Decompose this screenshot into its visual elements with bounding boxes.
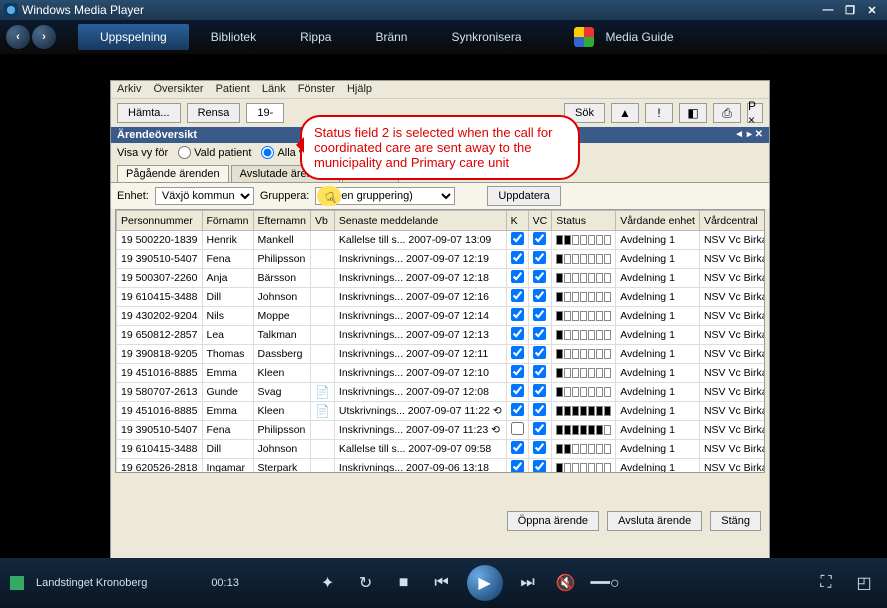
- col-header[interactable]: Senaste meddelande: [334, 211, 506, 231]
- status-indicator: [556, 254, 611, 264]
- tab-uppspelning[interactable]: Uppspelning: [78, 24, 189, 50]
- wmp-tab-bar: ‹ › Uppspelning Bibliotek Rippa Bränn Sy…: [0, 20, 887, 54]
- tab-bibliotek[interactable]: Bibliotek: [189, 24, 278, 50]
- highlighted-field-button[interactable]: 19-: [246, 103, 284, 123]
- col-header[interactable]: VC: [528, 211, 552, 231]
- fullscreen-button[interactable]: ⛶: [813, 574, 839, 592]
- volume-slider[interactable]: ━━○: [591, 573, 617, 593]
- status-indicator: [556, 273, 611, 283]
- col-header[interactable]: Status: [552, 211, 616, 231]
- table-row[interactable]: 19 650812-2857LeaTalkmanInskrivnings... …: [117, 326, 766, 345]
- hamta-button[interactable]: Hämta...: [117, 103, 181, 123]
- col-header[interactable]: Förnamn: [202, 211, 253, 231]
- prev-button[interactable]: ⏮: [429, 574, 455, 592]
- wmp-player-bar: Landstinget Kronoberg 00:13 ✦ ↻ ■ ⏮ ▶ ⏭ …: [0, 558, 887, 608]
- col-header[interactable]: Personnummer: [117, 211, 203, 231]
- status-indicator: [556, 463, 611, 473]
- panel-close-button[interactable]: P ×: [747, 103, 763, 123]
- gruppera-label: Gruppera:: [260, 190, 310, 202]
- status-indicator: [556, 349, 611, 359]
- table-row[interactable]: 19 430202-9204NilsMoppeInskrivnings... 2…: [117, 307, 766, 326]
- menu-oversikter[interactable]: Översikter: [153, 83, 203, 96]
- menu-fonster[interactable]: Fönster: [298, 83, 335, 96]
- visa-label: Visa vy för: [117, 147, 168, 159]
- footer-buttons: Öppna ärende Avsluta ärende Stäng: [111, 503, 769, 539]
- nav-back-button[interactable]: ‹: [6, 25, 30, 49]
- table-row[interactable]: 19 610415-3488DillJohnsonInskrivnings...…: [117, 288, 766, 307]
- elapsed-time: 00:13: [211, 577, 239, 589]
- menu-hjalp[interactable]: Hjälp: [347, 83, 372, 96]
- now-playing-title: Landstinget Kronoberg: [36, 577, 147, 589]
- case-grid[interactable]: PersonnummerFörnamnEfternamnVbSenaste me…: [115, 209, 765, 473]
- shuffle-button[interactable]: ✦: [315, 573, 341, 593]
- wmp-app-icon: [4, 3, 18, 17]
- col-header[interactable]: Vb: [310, 211, 334, 231]
- status-indicator: [556, 444, 611, 454]
- tab-rippa[interactable]: Rippa: [278, 24, 353, 50]
- filter-row-2: Enhet: Växjö kommun Gruppera: (Ingen gru…: [111, 182, 769, 209]
- status-indicator: [556, 330, 611, 340]
- table-row[interactable]: 19 390510-5407FenaPhilipssonInskrivnings…: [117, 250, 766, 269]
- tab-synkronisera[interactable]: Synkronisera: [429, 24, 543, 50]
- status-indicator: [556, 311, 611, 321]
- toolbar-icon-2[interactable]: !: [645, 103, 673, 123]
- table-row[interactable]: 19 451016-8885EmmaKleenInskrivnings... 2…: [117, 364, 766, 383]
- avsluta-arende-button[interactable]: Avsluta ärende: [607, 511, 702, 531]
- status-indicator: [556, 406, 611, 416]
- menu-patient[interactable]: Patient: [216, 83, 250, 96]
- mute-button[interactable]: 🔇: [553, 573, 579, 593]
- table-row[interactable]: 19 500220-1839HenrikMankellKallelse till…: [117, 231, 766, 250]
- col-header[interactable]: Efternamn: [253, 211, 310, 231]
- compact-mode-button[interactable]: ◰: [851, 573, 877, 593]
- enhet-select[interactable]: Växjö kommun: [155, 187, 254, 205]
- menu-arkiv[interactable]: Arkiv: [117, 83, 141, 96]
- close-button[interactable]: ✕: [861, 2, 883, 18]
- windows-flag-icon: [574, 27, 594, 47]
- radio-vald-patient[interactable]: Vald patient: [178, 146, 251, 159]
- app-menu-bar: Arkiv Översikter Patient Länk Fönster Hj…: [111, 81, 769, 99]
- toolbar-icon-1[interactable]: ▲: [611, 103, 639, 123]
- table-row[interactable]: 19 580707-2613GundeSvag📄Inskrivnings... …: [117, 383, 766, 402]
- table-row[interactable]: 19 500307-2260AnjaBärssonInskrivnings...…: [117, 269, 766, 288]
- col-header[interactable]: K: [506, 211, 528, 231]
- status-indicator: [556, 292, 611, 302]
- minimize-button[interactable]: —: [817, 2, 839, 18]
- next-button[interactable]: ⏭: [515, 574, 541, 592]
- uppdatera-button[interactable]: Uppdatera: [487, 186, 560, 206]
- status-indicator: [556, 387, 611, 397]
- table-row[interactable]: 19 390510-5407FenaPhilipssonInskrivnings…: [117, 421, 766, 440]
- table-row[interactable]: 19 620526-2818IngamarSterparkInskrivning…: [117, 459, 766, 474]
- wmp-title-bar: Windows Media Player — ❐ ✕: [0, 0, 887, 20]
- now-playing-icon: [10, 576, 24, 590]
- menu-lank[interactable]: Länk: [262, 83, 286, 96]
- oppna-arende-button[interactable]: Öppna ärende: [507, 511, 599, 531]
- annotation-callout: Status field 2 is selected when the call…: [300, 115, 580, 180]
- stang-button[interactable]: Stäng: [710, 511, 761, 531]
- repeat-button[interactable]: ↻: [353, 573, 379, 593]
- status-indicator: [556, 368, 611, 378]
- section-window-controls[interactable]: ◄ ▸ ✕: [734, 129, 763, 141]
- stop-button[interactable]: ■: [391, 574, 417, 592]
- table-row[interactable]: 19 390818-9205ThomasDassbergInskrivnings…: [117, 345, 766, 364]
- section-title: Ärendeöversikt: [117, 129, 197, 141]
- toolbar-icon-print[interactable]: ⎙: [713, 103, 741, 123]
- status-indicator: [556, 235, 611, 245]
- rensa-button[interactable]: Rensa: [187, 103, 241, 123]
- status-indicator: [556, 425, 611, 435]
- subtab-pagaende[interactable]: Pågående ärenden: [117, 165, 229, 182]
- table-row[interactable]: 19 610415-3488DillJohnsonKallelse till s…: [117, 440, 766, 459]
- enhet-label: Enhet:: [117, 190, 149, 202]
- window-title: Windows Media Player: [22, 3, 144, 17]
- tab-brann[interactable]: Bränn: [353, 24, 429, 50]
- nav-forward-button[interactable]: ›: [32, 25, 56, 49]
- maximize-button[interactable]: ❐: [839, 2, 861, 18]
- toolbar-icon-3[interactable]: ◧: [679, 103, 707, 123]
- play-button[interactable]: ▶: [467, 565, 503, 601]
- document-icon: 📄: [315, 385, 330, 399]
- table-row[interactable]: 19 451016-8885EmmaKleen📄Utskrivnings... …: [117, 402, 766, 421]
- tab-media-guide[interactable]: Media Guide: [600, 24, 680, 50]
- col-header[interactable]: Vårdande enhet: [616, 211, 700, 231]
- document-icon: 📄: [315, 404, 330, 418]
- col-header[interactable]: Vårdcentral: [699, 211, 765, 231]
